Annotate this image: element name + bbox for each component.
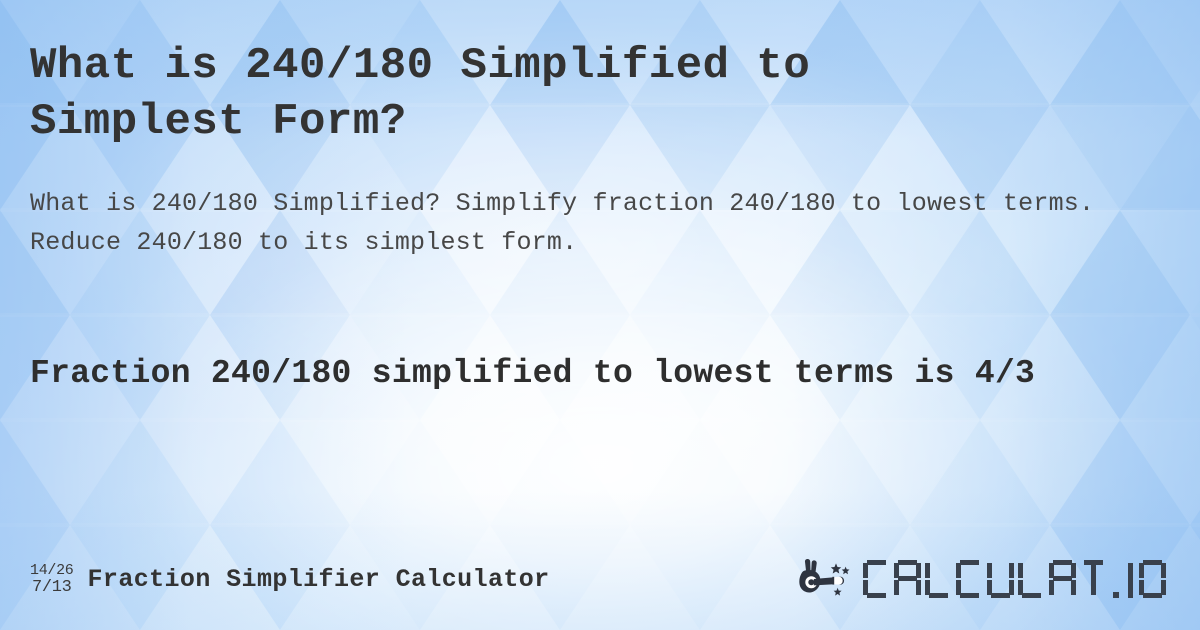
- logo-letter-a-1: [894, 560, 921, 598]
- logo-letter-o: [1139, 560, 1166, 598]
- footer-left-group: 14/26 7/13 Fraction Simplifier Calculato…: [30, 561, 550, 597]
- logo-letter-l-2: [1018, 560, 1045, 598]
- logo-letter-dot: [1111, 560, 1122, 598]
- card-content: What is 240/180 Simplified to Simplest F…: [0, 0, 1200, 630]
- logo-letter-i: [1125, 560, 1136, 598]
- logo-letter-c-2: [956, 560, 983, 598]
- page-description: What is 240/180 Simplified? Simplify fra…: [30, 189, 1095, 257]
- brand-wordmark: [863, 560, 1170, 598]
- logo-letter-l-1: [925, 560, 952, 598]
- page-title: What is 240/180 Simplified to Simplest F…: [30, 41, 811, 148]
- fraction-reduce-icon: 14/26 7/13: [30, 561, 74, 597]
- logo-letter-t: [1080, 560, 1107, 598]
- footer: 14/26 7/13 Fraction Simplifier Calculato…: [30, 554, 1170, 604]
- fraction-icon-numerator: 14/26: [30, 562, 74, 580]
- brand-logo[interactable]: [799, 558, 1170, 600]
- fraction-icon-denominator: 7/13: [31, 577, 72, 597]
- hand-magic-wand-icon: [799, 559, 850, 596]
- logo-letter-u: [987, 560, 1014, 598]
- footer-calculator-label: Fraction Simplifier Calculator: [87, 564, 550, 594]
- logo-letter-a-2: [1049, 560, 1076, 598]
- og-card: What is 240/180 Simplified to Simplest F…: [0, 0, 1200, 630]
- result-statement: Fraction 240/180 simplified to lowest te…: [30, 355, 1036, 392]
- logo-letter-c-1: [863, 560, 890, 598]
